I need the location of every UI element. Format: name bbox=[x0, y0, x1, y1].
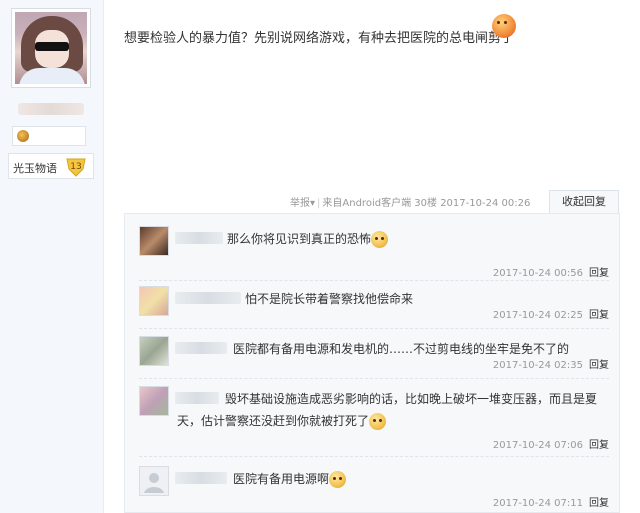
list-item: 怕不是院长带着警察找他偿命来 2017-10-24 02:25 回复 bbox=[139, 286, 609, 326]
reply-content-line2: 天，估计警察还没赶到你就被打死了 bbox=[177, 410, 387, 432]
reply-time: 2017-10-24 00:56 bbox=[492, 268, 583, 279]
avatar[interactable] bbox=[139, 226, 169, 256]
floor-number: 30楼 bbox=[414, 198, 437, 209]
reply-button[interactable]: 回复 bbox=[589, 310, 609, 321]
avatar[interactable] bbox=[139, 466, 169, 496]
reply-meta: 2017-10-24 07:06 回复 bbox=[493, 436, 609, 451]
post-meta: 举报▾ | 来自Android客户端 30楼 2017-10-24 00:26 bbox=[290, 198, 531, 209]
author-level[interactable]: 光玉物语 13 bbox=[8, 153, 94, 179]
chevron-down-icon[interactable]: ▾ bbox=[310, 198, 315, 209]
author-badge-box bbox=[12, 126, 86, 146]
author-sidebar: 光玉物语 13 bbox=[0, 0, 104, 513]
avatar[interactable] bbox=[139, 286, 169, 316]
avatar[interactable] bbox=[139, 386, 169, 416]
avatar-image bbox=[15, 12, 87, 84]
reply-author-blurred[interactable] bbox=[175, 342, 227, 354]
angry-face-icon bbox=[492, 14, 516, 38]
divider bbox=[139, 280, 609, 281]
medal-icon[interactable] bbox=[17, 130, 29, 142]
reply-time: 2017-10-24 07:11 bbox=[492, 498, 583, 509]
reply-time: 2017-10-24 02:25 bbox=[492, 310, 583, 321]
grin-face-icon bbox=[329, 471, 347, 488]
reply-meta: 2017-10-24 02:25 回复 bbox=[493, 306, 609, 321]
level-label: 光玉物语 bbox=[13, 162, 57, 175]
reply-text: 医院有备用电源啊 bbox=[233, 472, 330, 486]
reply-content: 怕不是院长带着警察找他偿命来 bbox=[245, 292, 414, 306]
reply-button[interactable]: 回复 bbox=[589, 268, 609, 279]
avatar[interactable] bbox=[139, 336, 169, 366]
list-item: 医院都有备用电源和发电机的……不过剪电线的坐牢是免不了的 2017-10-24 … bbox=[139, 336, 609, 376]
reply-author-blurred[interactable] bbox=[175, 292, 241, 304]
reply-content: 医院有备用电源啊 bbox=[233, 468, 347, 490]
reply-meta: 2017-10-24 07:11 回复 bbox=[493, 494, 609, 509]
post-time: 2017-10-24 00:26 bbox=[440, 198, 531, 209]
post-content: 想要检验人的暴力值？先别说网络游戏，有种去把医院的总电闸剪了 bbox=[124, 31, 515, 46]
reply-text: 天，估计警察还没赶到你就被打死了 bbox=[177, 414, 370, 428]
divider bbox=[139, 378, 609, 379]
reply-content: 那么你将见识到真正的恐怖 bbox=[227, 228, 389, 250]
grin-face-icon bbox=[369, 413, 387, 430]
list-item: 医院有备用电源啊 2017-10-24 07:11 回复 bbox=[139, 466, 609, 510]
report-link[interactable]: 举报 bbox=[290, 198, 310, 209]
default-avatar-icon bbox=[144, 473, 164, 493]
reply-author-blurred[interactable] bbox=[175, 392, 219, 404]
reply-button[interactable]: 回复 bbox=[589, 440, 609, 451]
reply-button[interactable]: 回复 bbox=[589, 360, 609, 371]
divider bbox=[139, 328, 609, 329]
post-source[interactable]: 来自Android客户端 bbox=[322, 198, 411, 209]
divider bbox=[139, 456, 609, 457]
list-item: 那么你将见识到真正的恐怖 2017-10-24 00:56 回复 bbox=[139, 226, 609, 279]
reply-time: 2017-10-24 07:06 bbox=[492, 440, 583, 451]
author-name-blurred[interactable] bbox=[18, 103, 84, 115]
level-shield-icon: 13 bbox=[66, 158, 86, 177]
reply-content-line1: 毁坏基础设施造成恶劣影响的话，比如晚上破坏一堆变压器，而且是夏 bbox=[225, 392, 598, 406]
collapse-replies-button[interactable]: 收起回复 bbox=[549, 190, 619, 214]
reply-button[interactable]: 回复 bbox=[589, 498, 609, 509]
reply-author-blurred[interactable] bbox=[175, 232, 223, 244]
list-item: 毁坏基础设施造成恶劣影响的话，比如晚上破坏一堆变压器，而且是夏 天，估计警察还没… bbox=[139, 386, 609, 451]
grin-face-icon bbox=[371, 231, 389, 248]
reply-time: 2017-10-24 02:35 bbox=[492, 360, 583, 371]
reply-meta: 2017-10-24 00:56 回复 bbox=[493, 264, 609, 279]
level-number: 13 bbox=[70, 162, 81, 172]
reply-author-blurred[interactable] bbox=[175, 472, 227, 484]
reply-meta: 2017-10-24 02:35 回复 bbox=[493, 356, 609, 371]
author-avatar[interactable] bbox=[11, 8, 91, 88]
reply-list: 那么你将见识到真正的恐怖 2017-10-24 00:56 回复 怕不是院长带着警… bbox=[124, 213, 620, 513]
reply-text: 那么你将见识到真正的恐怖 bbox=[227, 232, 372, 246]
